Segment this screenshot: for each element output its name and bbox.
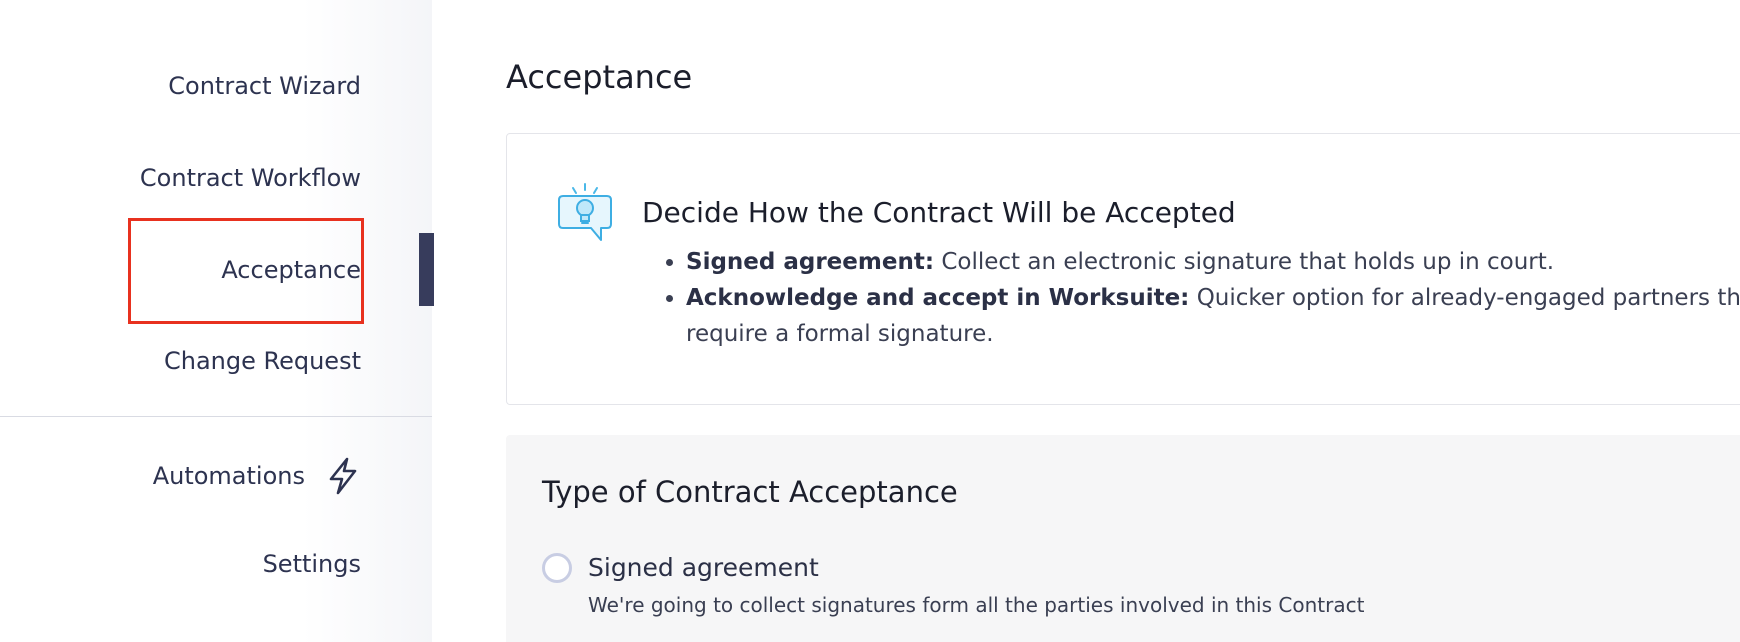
sidebar-item-automations-label: Automations bbox=[152, 462, 305, 490]
info-heading: Decide How the Contract Will be Accepted bbox=[642, 196, 1236, 229]
list-item: Signed agreement: Collect an electronic … bbox=[686, 244, 1740, 280]
page-title: Acceptance bbox=[506, 58, 693, 96]
page: Contract Wizard Contract Workflow Accept… bbox=[0, 0, 1740, 642]
signed-agreement-description: We're going to collect signatures form a… bbox=[588, 593, 1365, 617]
active-indicator bbox=[419, 233, 434, 306]
list-item: Acknowledge and accept in Worksuite: Qui… bbox=[686, 280, 1740, 352]
bullet-text: Collect an electronic signature that hol… bbox=[934, 249, 1555, 275]
bullet-term: Signed agreement: bbox=[686, 249, 935, 275]
sidebar: Contract Wizard Contract Workflow Accept… bbox=[0, 0, 434, 642]
highlight-box bbox=[128, 218, 364, 324]
sidebar-item-settings[interactable]: Settings bbox=[263, 550, 361, 578]
sidebar-divider bbox=[0, 416, 432, 417]
info-card: Decide How the Contract Will be Accepted… bbox=[506, 133, 1740, 405]
sidebar-item-change-request[interactable]: Change Request bbox=[164, 347, 361, 375]
signed-agreement-label[interactable]: Signed agreement bbox=[588, 553, 819, 582]
sidebar-item-contract-wizard[interactable]: Contract Wizard bbox=[168, 72, 361, 100]
bullet-term: Acknowledge and accept in Worksuite: bbox=[686, 285, 1190, 311]
lightbulb-speech-icon bbox=[558, 183, 612, 241]
section-heading: Type of Contract Acceptance bbox=[542, 475, 958, 509]
main-content: Acceptance Decide How the Contract Will … bbox=[434, 0, 1740, 642]
info-bullet-list: Signed agreement: Collect an electronic … bbox=[642, 244, 1740, 352]
sidebar-item-contract-workflow[interactable]: Contract Workflow bbox=[140, 164, 361, 192]
sidebar-item-automations[interactable]: Automations bbox=[153, 456, 361, 496]
acceptance-type-panel: Type of Contract Acceptance Signed agree… bbox=[506, 435, 1740, 642]
signed-agreement-radio[interactable] bbox=[542, 553, 572, 583]
lightning-bolt-icon bbox=[329, 457, 357, 495]
